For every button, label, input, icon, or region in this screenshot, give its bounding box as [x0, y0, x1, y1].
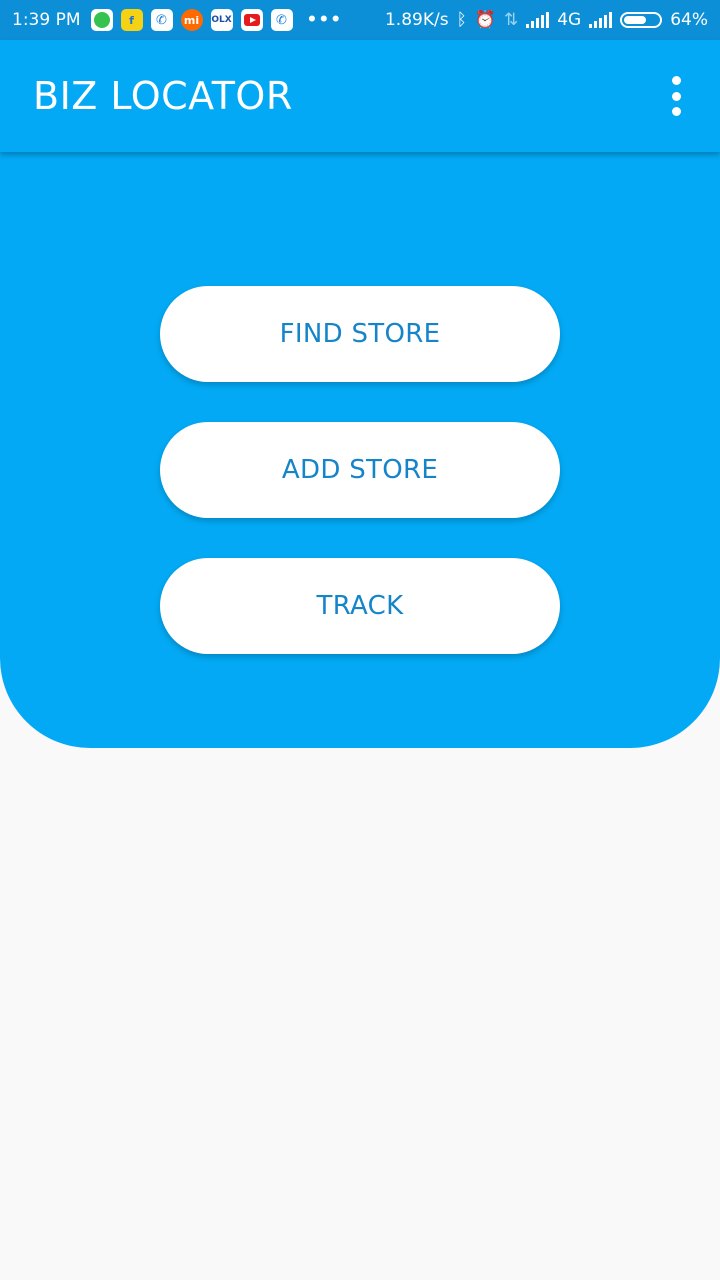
add-store-button[interactable]: ADD STORE: [160, 422, 560, 518]
phone-icon: ✆: [270, 9, 293, 31]
mi-icon: mi: [180, 9, 203, 31]
more-notifications-icon: •••: [306, 10, 343, 30]
main-panel: FIND STORE ADD STORE TRACK: [0, 152, 720, 748]
battery-percent: 64%: [670, 10, 708, 30]
youtube-icon: [240, 9, 263, 31]
page-title: BIZ LOCATOR: [33, 74, 293, 118]
signal-strength-icon: [526, 12, 550, 28]
alarm-off-icon: ⏰: [474, 10, 496, 30]
signal-strength-2-icon: [589, 12, 613, 28]
status-time: 1:39 PM: [12, 10, 81, 30]
whatsapp-icon: [90, 9, 113, 31]
phone-icon: ✆: [150, 9, 173, 31]
app-bar: BIZ LOCATOR: [0, 40, 720, 152]
status-right: 1.89K/s ᛒ ⏰ ⇅ 4G 64%: [385, 10, 708, 30]
battery-icon: [620, 12, 663, 28]
olx-icon: OLX: [210, 9, 233, 31]
flipkart-icon: f: [120, 9, 143, 31]
overflow-menu-icon[interactable]: [664, 76, 688, 116]
bluetooth-icon: ᛒ: [456, 10, 467, 30]
network-type: 4G: [557, 10, 582, 30]
data-arrows-icon: ⇅: [503, 10, 519, 30]
battery-fill: [624, 16, 646, 24]
net-speed: 1.89K/s: [384, 10, 449, 30]
find-store-button[interactable]: FIND STORE: [160, 286, 560, 382]
status-bar: 1:39 PM f ✆ mi OLX ✆ ••• 1.89K/s ᛒ ⏰ ⇅ 4…: [0, 0, 720, 40]
track-button[interactable]: TRACK: [160, 558, 560, 654]
notification-icons: f ✆ mi OLX ✆ •••: [90, 9, 343, 31]
